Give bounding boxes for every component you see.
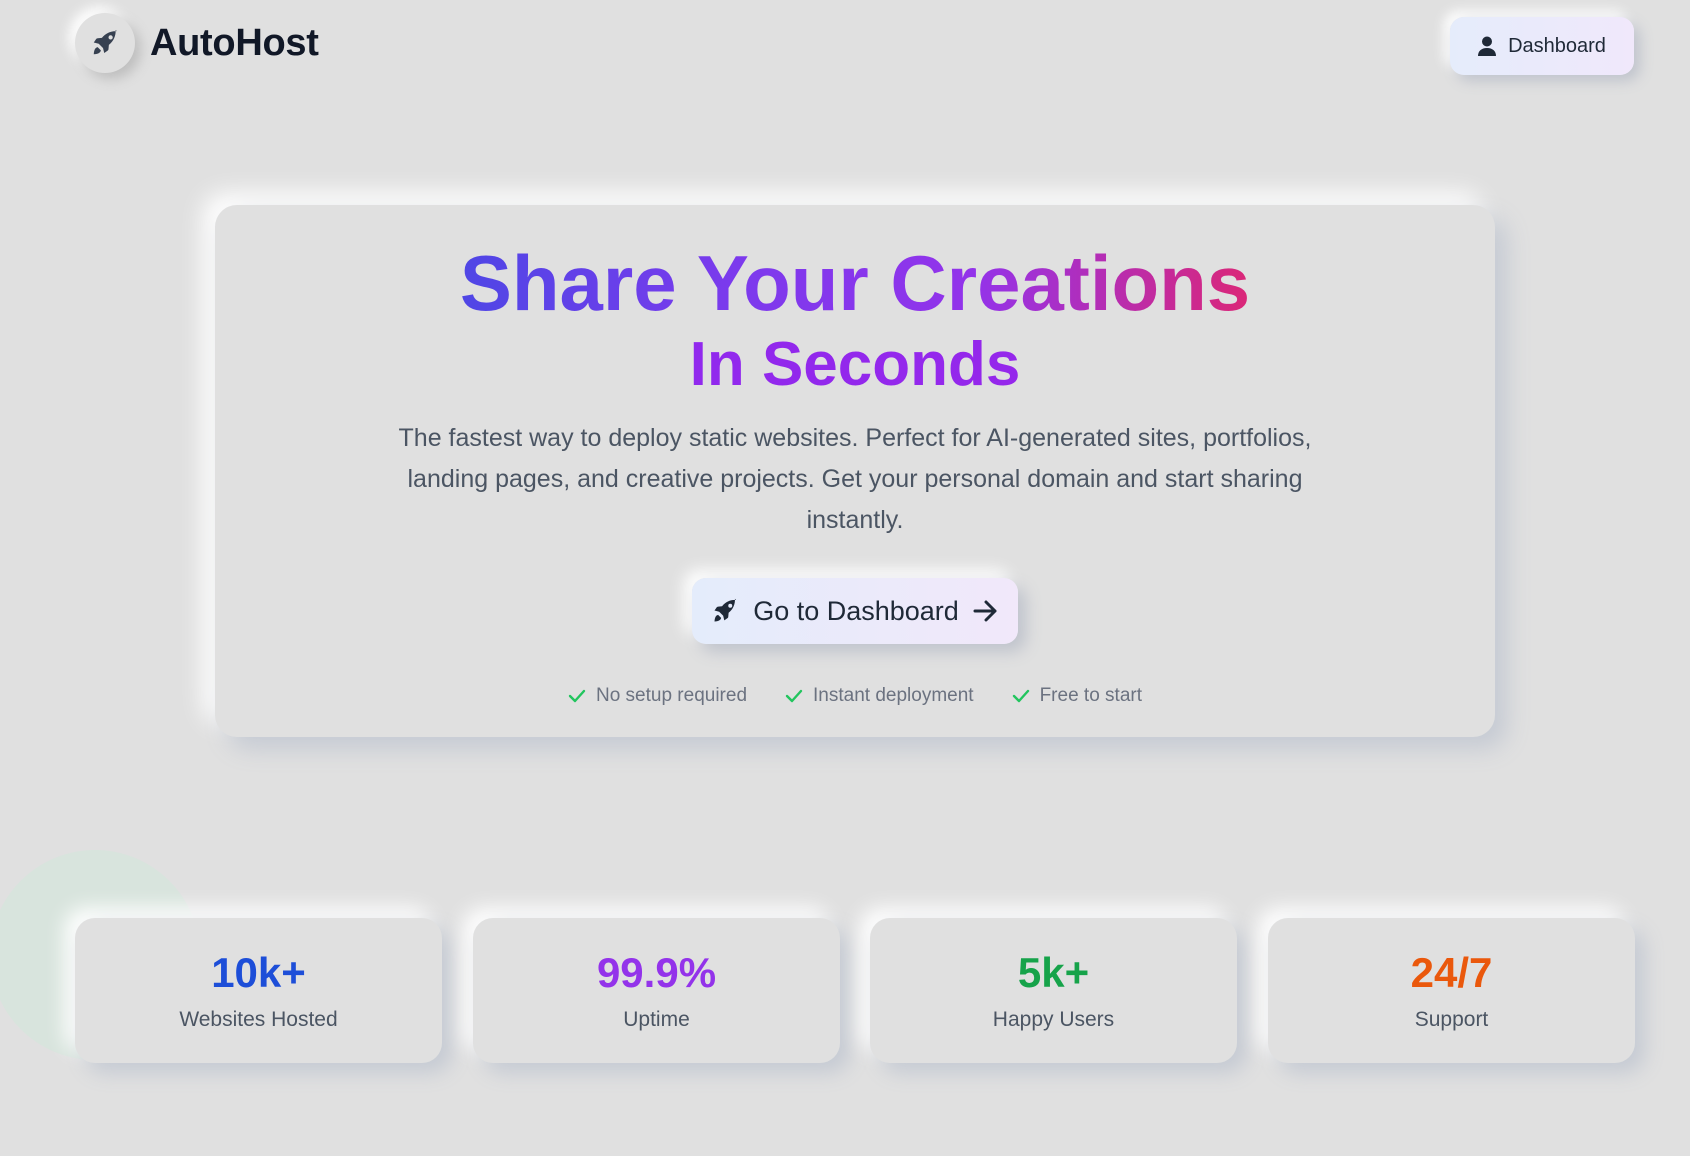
feature-list: No setup required Instant deployment Fre… <box>215 685 1495 707</box>
feature-item: No setup required <box>568 685 747 707</box>
rocket-icon <box>90 28 120 58</box>
check-icon <box>568 689 586 703</box>
dashboard-button-label: Dashboard <box>1508 34 1606 57</box>
site-header: AutoHost Dashboard <box>0 0 1690 100</box>
feature-label: Instant deployment <box>813 685 974 706</box>
stat-card-users: 5k+ Happy Users <box>870 918 1237 1063</box>
feature-label: No setup required <box>595 685 748 706</box>
stat-value: 10k+ <box>211 949 306 996</box>
stat-label: Support <box>1414 1008 1489 1031</box>
brand-name[interactable]: AutoHost <box>150 22 319 65</box>
dashboard-button[interactable]: Dashboard <box>1450 17 1634 75</box>
check-icon <box>785 689 803 703</box>
stat-value: 24/7 <box>1410 949 1493 996</box>
feature-item: Free to start <box>1012 685 1142 707</box>
hero-subtitle: In Seconds <box>215 325 1495 405</box>
stat-label: Happy Users <box>992 1008 1115 1031</box>
user-icon <box>1478 36 1497 56</box>
feature-item: Instant deployment <box>785 685 974 707</box>
go-to-dashboard-label: Go to Dashboard <box>753 595 959 626</box>
go-to-dashboard-button[interactable]: Go to Dashboard <box>692 578 1018 644</box>
stat-card-support: 24/7 Support <box>1268 918 1635 1063</box>
logo-badge[interactable] <box>75 13 135 73</box>
stat-card-websites: 10k+ Websites Hosted <box>75 918 442 1063</box>
feature-label: Free to start <box>1039 685 1142 706</box>
arrow-right-icon <box>973 600 999 622</box>
stat-card-uptime: 99.9% Uptime <box>473 918 840 1063</box>
rocket-icon <box>711 597 739 625</box>
check-icon <box>1012 689 1030 703</box>
stat-label: Websites Hosted <box>179 1008 338 1031</box>
stat-value: 99.9% <box>596 949 717 996</box>
hero-title: Share Your Creations <box>459 239 1251 327</box>
hero-card: Share Your Creations In Seconds The fast… <box>215 205 1495 737</box>
hero-description: The fastest way to deploy static website… <box>398 424 1312 534</box>
stat-label: Uptime <box>623 1008 690 1031</box>
stat-value: 5k+ <box>1017 949 1090 996</box>
